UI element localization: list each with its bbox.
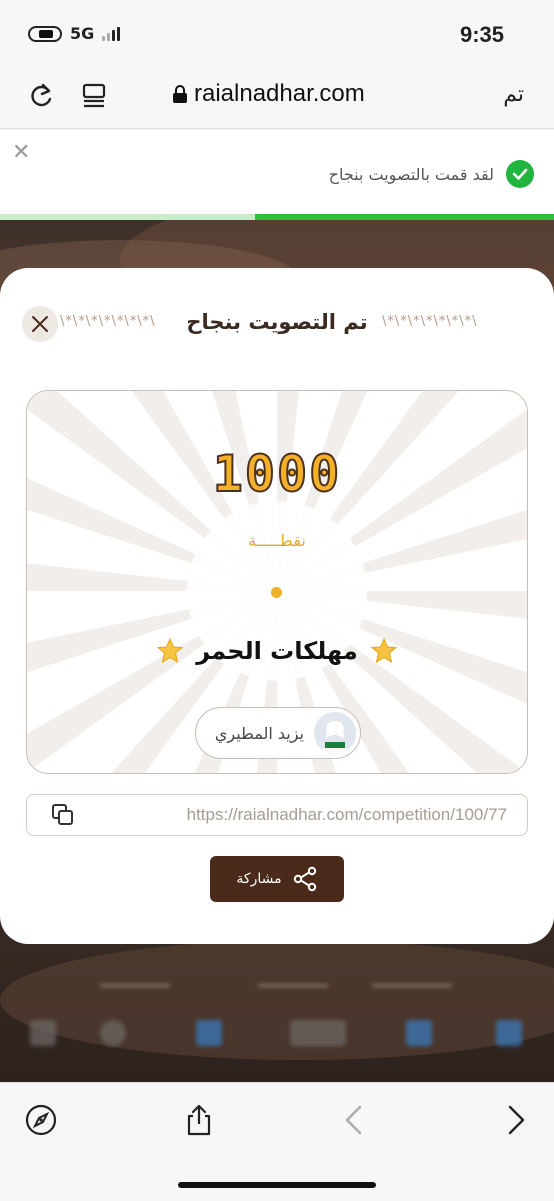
battery-icon — [28, 25, 62, 42]
forward-icon[interactable] — [498, 1103, 532, 1137]
success-toast: ✕ لقد قمت بالتصويت بنجاح — [0, 130, 554, 220]
share-button[interactable]: مشاركة — [210, 856, 344, 902]
status-bar: 5G 9:35 — [0, 0, 554, 70]
clock: 9:35 — [459, 22, 504, 47]
share-link-text: https://raialnadhar.com/competition/100/… — [186, 805, 507, 824]
team-name: مهلكات الحمر — [196, 637, 358, 665]
title-decoration-right: \*\*\*\*\*\*\*\ — [382, 314, 478, 329]
back-icon[interactable] — [338, 1103, 372, 1137]
compass-icon[interactable] — [24, 1103, 58, 1137]
browser-address-bar: raialnadhar.com تم — [0, 70, 554, 129]
toast-progress-track — [0, 214, 554, 220]
signal-icon — [102, 26, 121, 41]
toast-close-button[interactable]: ✕ — [12, 140, 30, 165]
star-icon — [156, 637, 184, 664]
copy-icon[interactable] — [51, 803, 75, 827]
points-label: نقطـــــة — [248, 531, 306, 550]
modal-header: \*\*\*\*\*\*\*\ تم التصويت بنجاح \*\*\*\… — [0, 304, 554, 344]
toast-message-row: لقد قمت بالتصويت بنجاح — [329, 160, 534, 188]
vote-success-modal: \*\*\*\*\*\*\*\ تم التصويت بنجاح \*\*\*\… — [0, 268, 554, 944]
avatar — [314, 712, 356, 754]
status-left: 5G — [28, 24, 121, 43]
voter-chip: يزيد المطيري — [195, 707, 361, 759]
points-card: 1000 نقطـــــة مهلكات الحمر يزيد المطيري — [26, 390, 528, 774]
toast-progress-fill — [254, 214, 554, 220]
team-row: مهلكات الحمر — [27, 637, 527, 665]
share-link-field[interactable]: https://raialnadhar.com/competition/100/… — [26, 794, 528, 836]
star-icon — [370, 637, 398, 664]
share-label: مشاركة — [236, 871, 282, 887]
share-icon[interactable] — [182, 1103, 216, 1137]
blurred-footer — [0, 960, 554, 1080]
reload-icon[interactable] — [28, 82, 56, 110]
done-button[interactable]: تم — [503, 82, 524, 107]
url-field[interactable]: raialnadhar.com — [172, 80, 365, 108]
points-value: 1000 — [212, 444, 342, 504]
voter-name: يزيد المطيري — [214, 723, 304, 743]
dot-separator — [271, 587, 282, 598]
home-indicator — [178, 1182, 376, 1188]
network-label: 5G — [70, 24, 95, 43]
toast-message: لقد قمت بالتصويت بنجاح — [328, 164, 494, 184]
reader-icon[interactable] — [80, 82, 108, 110]
share-nodes-icon — [293, 866, 316, 892]
url-text: raialnadhar.com — [194, 80, 365, 107]
check-icon — [506, 160, 534, 188]
lock-icon — [173, 85, 187, 103]
